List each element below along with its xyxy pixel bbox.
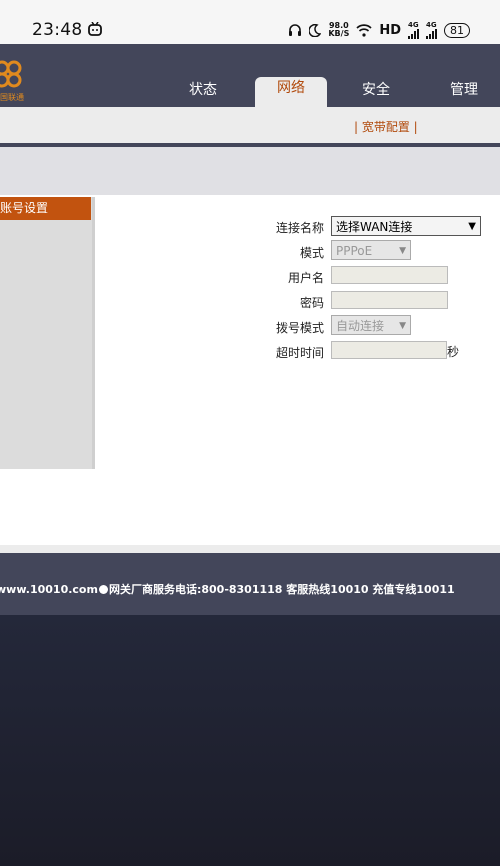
connection-name-label: 连接名称 (275, 221, 324, 235)
footer-website: www.10010.com (0, 583, 98, 596)
password-label: 密码 (299, 296, 324, 310)
battery-indicator: 81 (444, 22, 470, 38)
hd-indicator: HD (379, 22, 401, 38)
tab-network[interactable]: 网络 (255, 77, 327, 107)
signal-1-type: 4G (408, 21, 419, 29)
sidebar-item-account-settings[interactable]: 账号设置 (0, 197, 91, 220)
dropdown-arrow-icon: ▼ (399, 246, 406, 256)
dial-mode-value: 自动连接 (336, 319, 385, 333)
footer-divider (0, 545, 500, 553)
bullet-icon (98, 585, 108, 594)
sub-navigation: | 宽带配置 | (0, 107, 500, 147)
timeout-unit: 秒 (447, 345, 460, 359)
subnav-broadband-config[interactable]: | 宽带配置 | (354, 118, 418, 135)
footer-text: www.10010.com 网关厂商服务电话:800-8301118 客服热线10… (0, 581, 455, 597)
sidebar (0, 197, 95, 469)
tab-security[interactable]: 安全 (350, 79, 402, 107)
logo-text: 国联通 (0, 93, 24, 102)
mode-select: PPPoE ▼ (331, 240, 411, 260)
moon-icon (309, 23, 322, 37)
mode-value: PPPoE (336, 244, 373, 258)
page-banner (0, 147, 500, 195)
mode-label: 模式 (299, 246, 324, 260)
signal-2-type: 4G (426, 21, 437, 29)
clock: 23:48 (32, 20, 83, 40)
connection-name-value: 选择WAN连接 (336, 220, 413, 234)
router-header (0, 44, 500, 107)
footer-contact: 网关厂商服务电话:800-8301118 客服热线10010 充值专线10011 (108, 583, 455, 596)
empty-screen-area (0, 615, 500, 866)
tab-management[interactable]: 管理 (438, 79, 490, 107)
tab-status[interactable]: 状态 (178, 79, 228, 107)
speed-unit: KB/S (328, 29, 350, 38)
headphones-icon (289, 24, 302, 36)
timeout-input[interactable] (331, 341, 447, 359)
connection-name-select[interactable]: 选择WAN连接 ▼ (331, 216, 481, 236)
tv-app-icon (88, 22, 102, 36)
signal-bars-icon (426, 29, 437, 39)
dial-mode-select: 自动连接 ▼ (331, 315, 411, 335)
dropdown-arrow-icon: ▼ (399, 321, 406, 331)
status-bar: 23:48 98.0 KB/S HD 4G 4G 81 (0, 0, 500, 44)
signal-2: 4G (426, 21, 437, 39)
password-input[interactable] (331, 291, 448, 309)
username-label: 用户名 (287, 271, 324, 285)
timeout-label: 超时时间 (275, 346, 324, 360)
dial-mode-label: 拨号模式 (275, 321, 324, 335)
dropdown-arrow-icon: ▼ (468, 221, 476, 232)
footer: www.10010.com 网关厂商服务电话:800-8301118 客服热线10… (0, 553, 500, 615)
wifi-icon (356, 23, 372, 37)
username-input[interactable] (331, 266, 448, 284)
signal-1: 4G (408, 21, 419, 39)
network-speed: 98.0 KB/S (328, 22, 349, 38)
signal-bars-icon (408, 29, 419, 39)
